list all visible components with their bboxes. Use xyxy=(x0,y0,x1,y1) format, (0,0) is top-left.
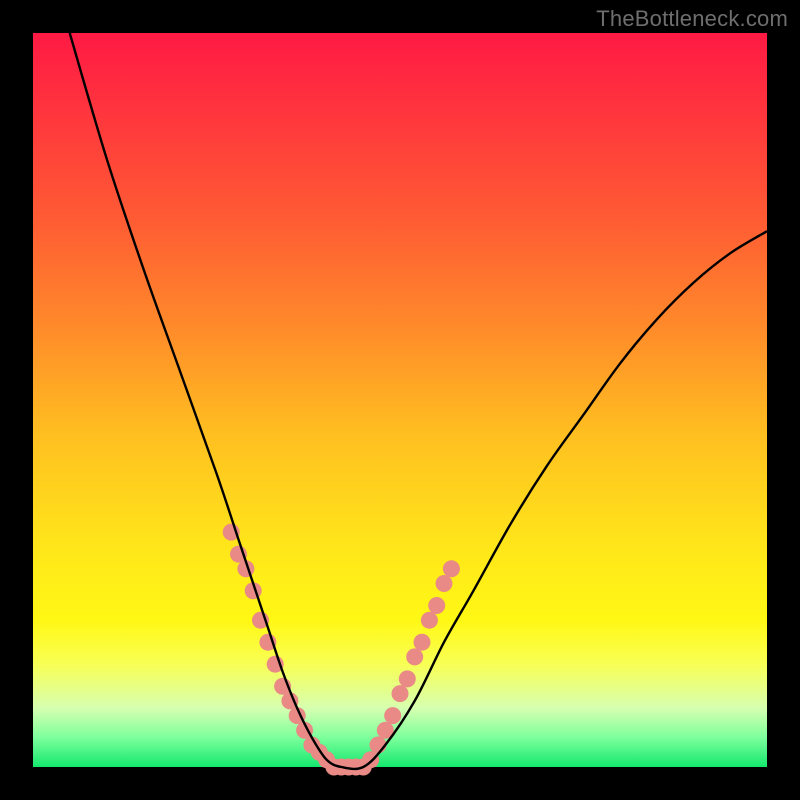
highlight-dot xyxy=(428,597,445,614)
highlight-dot xyxy=(414,634,431,651)
highlight-dot xyxy=(399,670,416,687)
watermark-text: TheBottleneck.com xyxy=(596,6,788,32)
highlight-dot xyxy=(436,575,453,592)
chart-frame: TheBottleneck.com xyxy=(0,0,800,800)
highlight-dot xyxy=(384,707,401,724)
highlight-dots xyxy=(223,524,460,776)
chart-svg xyxy=(33,33,767,767)
chart-plot-area xyxy=(33,33,767,767)
highlight-dot xyxy=(392,685,409,702)
highlight-dot xyxy=(406,648,423,665)
highlight-dot xyxy=(421,612,438,629)
highlight-dot xyxy=(443,560,460,577)
